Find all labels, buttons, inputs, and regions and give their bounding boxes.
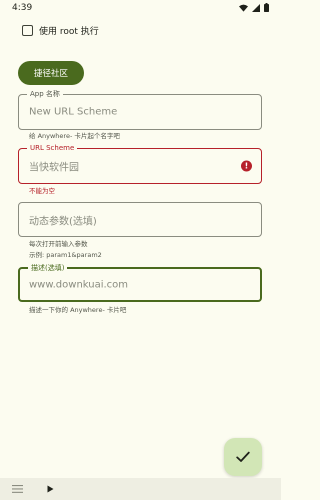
app-name-field[interactable]: App 名称 New URL Scheme bbox=[18, 89, 262, 130]
url-scheme-field[interactable]: URL Scheme 当快软件园 ! bbox=[18, 143, 262, 184]
url-scheme-value: 当快软件园 bbox=[29, 162, 79, 174]
dynamic-params-helper: 每次打开前输入参数 bbox=[29, 240, 88, 248]
wifi-icon bbox=[239, 4, 248, 12]
play-icon[interactable] bbox=[47, 485, 54, 493]
url-scheme-error-text: 不能为空 bbox=[29, 187, 55, 195]
app-name-label: App 名称 bbox=[27, 89, 63, 99]
battery-icon bbox=[264, 3, 269, 12]
description-field[interactable]: 描述(选填) www.downkuai.com bbox=[18, 263, 262, 302]
error-icon: ! bbox=[241, 160, 252, 172]
root-checkbox[interactable] bbox=[22, 25, 33, 36]
dynamic-params-field[interactable]: 动态参数(选填) bbox=[18, 202, 262, 237]
description-helper: 描述一下你的 Anywhere- 卡片吧 bbox=[29, 306, 127, 314]
signal-icon bbox=[252, 3, 260, 12]
app-name-value: New URL Scheme bbox=[29, 106, 118, 118]
bottom-bar bbox=[0, 478, 281, 500]
confirm-fab[interactable] bbox=[224, 438, 262, 476]
dynamic-params-placeholder: 动态参数(选填) bbox=[29, 216, 97, 227]
menu-icon[interactable] bbox=[12, 485, 23, 493]
check-icon bbox=[236, 451, 250, 462]
dynamic-params-example: 示例: param1&param2 bbox=[29, 251, 102, 259]
url-scheme-label: URL Scheme bbox=[27, 143, 78, 153]
status-bar: 4:39 bbox=[0, 0, 281, 15]
root-checkbox-label: 使用 root 执行 bbox=[39, 27, 99, 37]
root-checkbox-row[interactable]: 使用 root 执行 bbox=[22, 24, 99, 37]
app-name-helper: 给 Anywhere- 卡片起个名字吧 bbox=[29, 132, 120, 140]
description-value: www.downkuai.com bbox=[29, 279, 129, 290]
status-time: 4:39 bbox=[12, 2, 33, 13]
community-button[interactable]: 捷径社区 bbox=[18, 61, 84, 85]
status-icons bbox=[239, 3, 269, 12]
description-label: 描述(选填) bbox=[28, 263, 68, 273]
